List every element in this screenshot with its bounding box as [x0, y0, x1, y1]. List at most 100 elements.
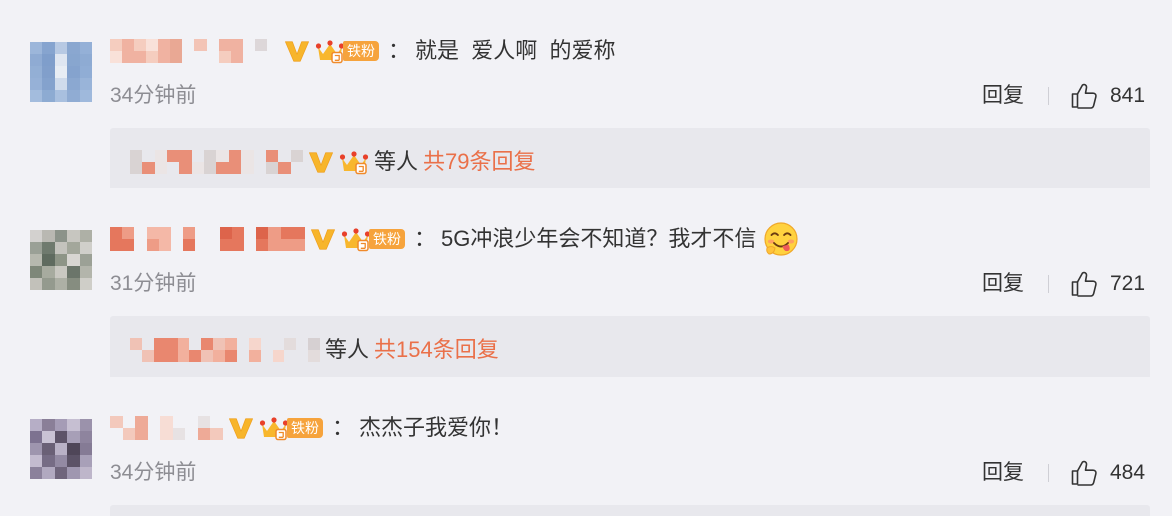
verified-v-icon[interactable]: [308, 149, 334, 175]
avatar[interactable]: [30, 230, 92, 290]
comment-header: 铁粉 ： 就是 爱人啊 的爱称: [110, 36, 615, 66]
mosaic-pixel: [243, 39, 255, 51]
mosaic-pixel: [110, 416, 123, 428]
crown-icon[interactable]: [339, 149, 369, 175]
thumbs-up-icon: [1070, 270, 1098, 298]
mosaic-pixel: [228, 150, 242, 162]
avatar-pixel: [30, 78, 43, 90]
mosaic-pixel: [154, 150, 168, 162]
like-button[interactable]: 841: [1070, 81, 1145, 111]
crown-icon: [341, 226, 371, 252]
avatar-pixel: [54, 42, 68, 54]
mosaic-pixel: [167, 150, 180, 162]
like-button[interactable]: 721: [1070, 269, 1145, 299]
mosaic-pixel: [237, 338, 249, 350]
mosaic-pixel: [160, 416, 173, 428]
avatar-pixel: [30, 266, 43, 278]
mosaic-pixel: [291, 162, 303, 174]
avatar-pixel: [67, 42, 80, 54]
avatar-pixel: [79, 90, 92, 102]
reply-thread-preview[interactable]: 等人 共79条回复: [110, 128, 1150, 188]
avatar-pixel: [79, 230, 92, 242]
mosaic-pixel: [207, 39, 219, 51]
mosaic-pixel: [267, 39, 279, 51]
fan-badge[interactable]: 铁粉: [341, 226, 409, 252]
avatar-pixel: [42, 419, 55, 431]
thread-reply-count-link[interactable]: 共79条回复: [423, 147, 535, 177]
username-blurred[interactable]: [110, 39, 279, 63]
crown-icon: [259, 415, 289, 441]
avatar-pixel: [30, 242, 43, 254]
mosaic-pixel: [267, 51, 279, 63]
mosaic-pixel: [122, 428, 136, 440]
comment-separator: ：: [414, 226, 437, 251]
avatar-pixel: [79, 443, 92, 455]
avatar-pixel: [54, 78, 68, 90]
reply-button[interactable]: 回复: [982, 83, 1024, 109]
mosaic-pixel: [158, 51, 171, 63]
mosaic-pixel: [122, 51, 135, 63]
mosaic-pixel: [218, 39, 231, 51]
mosaic-pixel: [179, 162, 192, 174]
verified-v-icon[interactable]: [228, 415, 254, 441]
avatar-pixel: [42, 66, 55, 78]
mosaic-pixel: [170, 51, 183, 63]
mosaic-pixel: [122, 227, 135, 239]
mosaic-pixel: [134, 227, 146, 239]
mosaic-pixel: [231, 239, 245, 251]
avatar-pixel: [67, 90, 80, 102]
fan-badge[interactable]: 铁粉: [259, 415, 327, 441]
avatar[interactable]: [30, 42, 92, 102]
replier-username-blurred[interactable]: [130, 150, 303, 174]
avatar-pixel: [79, 54, 92, 66]
mosaic-pixel: [241, 150, 254, 162]
mosaic-pixel: [213, 338, 225, 350]
reply-button[interactable]: 回复: [982, 460, 1024, 486]
mosaic-pixel: [230, 51, 243, 63]
mosaic-pixel: [228, 162, 242, 174]
mosaic-pixel: [146, 227, 159, 239]
reply-thread-preview[interactable]: 等人 共154条回复: [110, 316, 1150, 377]
mosaic-pixel: [216, 150, 229, 162]
mosaic-pixel: [135, 416, 148, 428]
mosaic-pixel: [197, 428, 211, 440]
avatar[interactable]: [30, 419, 92, 479]
comment-item: 铁粉 ： 杰杰子我爱你！ 34分钟前 回复 484: [0, 377, 1172, 516]
verified-v-icon[interactable]: [310, 226, 336, 252]
mosaic-pixel: [158, 239, 171, 251]
mosaic-pixel: [292, 239, 305, 251]
avatar-pixel: [30, 54, 43, 66]
reply-button[interactable]: 回复: [982, 271, 1024, 297]
like-button[interactable]: 484: [1070, 458, 1145, 488]
mosaic-pixel: [110, 227, 123, 239]
action-divider: [1048, 87, 1049, 105]
mosaic-pixel: [210, 416, 223, 428]
avatar-pixel: [54, 431, 68, 443]
mosaic-pixel: [167, 162, 179, 174]
avatar-pixel: [67, 467, 80, 479]
mosaic-pixel: [284, 338, 297, 350]
mosaic-pixel: [201, 338, 214, 350]
replier-username-blurred[interactable]: [130, 338, 320, 362]
mosaic-pixel: [195, 239, 207, 251]
fan-badge[interactable]: 铁粉: [315, 38, 383, 64]
username-blurred[interactable]: [110, 416, 223, 440]
comment-separator: ：: [332, 415, 355, 440]
mosaic-pixel: [134, 51, 147, 63]
verified-v-icon[interactable]: [284, 38, 310, 64]
mosaic-pixel: [154, 162, 168, 174]
username-blurred[interactable]: [110, 227, 305, 251]
mosaic-pixel: [254, 150, 266, 162]
mosaic-pixel: [148, 416, 161, 428]
avatar-pixel: [67, 278, 80, 290]
mosaic-pixel: [268, 239, 281, 251]
avatar-pixel: [67, 54, 80, 66]
thread-reply-count-link[interactable]: 共154条回复: [374, 335, 499, 365]
avatar-pixel: [42, 90, 55, 102]
action-divider: [1048, 275, 1049, 293]
mosaic-pixel: [165, 350, 178, 362]
avatar-pixel: [79, 242, 92, 254]
thread-suffix: 等人: [374, 149, 419, 174]
reply-thread-preview[interactable]: [110, 505, 1150, 516]
avatar-pixel: [42, 443, 55, 455]
